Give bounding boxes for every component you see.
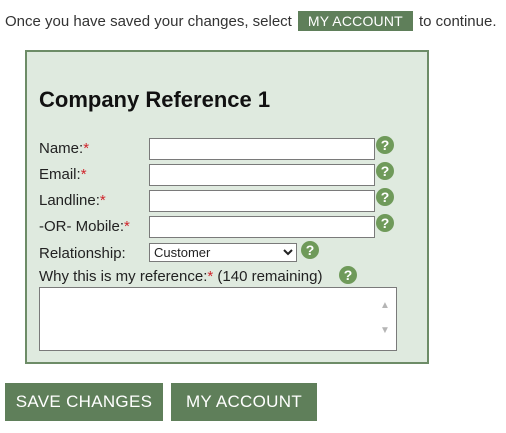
name-input[interactable] [149, 138, 375, 160]
my-account-button[interactable]: MY ACCOUNT [171, 383, 317, 421]
required-asterisk: * [207, 268, 214, 285]
help-icon[interactable]: ? [376, 214, 394, 232]
help-icon[interactable]: ? [376, 188, 394, 206]
form-title: Company Reference 1 [39, 87, 271, 112]
relationship-label: Relationship: [39, 245, 126, 262]
help-icon[interactable]: ? [301, 241, 319, 259]
intro-text-before: Once you have saved your changes, select [5, 12, 292, 30]
why-reference-label: Why this is my reference:* (140 remainin… [39, 268, 323, 285]
scroll-down-icon[interactable]: ▼ [379, 325, 391, 337]
landline-input[interactable] [149, 190, 375, 212]
remaining-counter: (140 remaining) [217, 268, 323, 285]
help-icon[interactable]: ? [376, 162, 394, 180]
intro-text-after: to continue. [418, 12, 497, 30]
relationship-select[interactable]: Customer [149, 243, 297, 262]
required-asterisk: * [83, 140, 90, 157]
mobile-label: -OR- Mobile:* [39, 218, 130, 235]
help-icon[interactable]: ? [339, 266, 357, 284]
scroll-up-icon[interactable]: ▲ [379, 300, 391, 312]
landline-label: Landline:* [39, 192, 106, 209]
company-reference-panel: Company Reference 1 Name:* ? Email:* ? L… [25, 50, 429, 364]
required-asterisk: * [99, 192, 106, 209]
save-changes-button[interactable]: SAVE CHANGES [5, 383, 163, 421]
required-asterisk: * [124, 218, 130, 235]
required-asterisk: * [80, 166, 87, 183]
intro-message: Once you have saved your changes, select… [5, 11, 497, 31]
mobile-input[interactable] [149, 216, 375, 238]
email-input[interactable] [149, 164, 375, 186]
why-reference-textarea[interactable] [39, 287, 397, 351]
intro-my-account-link[interactable]: MY ACCOUNT [297, 11, 413, 31]
name-label: Name:* [39, 140, 90, 157]
email-label: Email:* [39, 166, 87, 183]
help-icon[interactable]: ? [376, 136, 394, 154]
